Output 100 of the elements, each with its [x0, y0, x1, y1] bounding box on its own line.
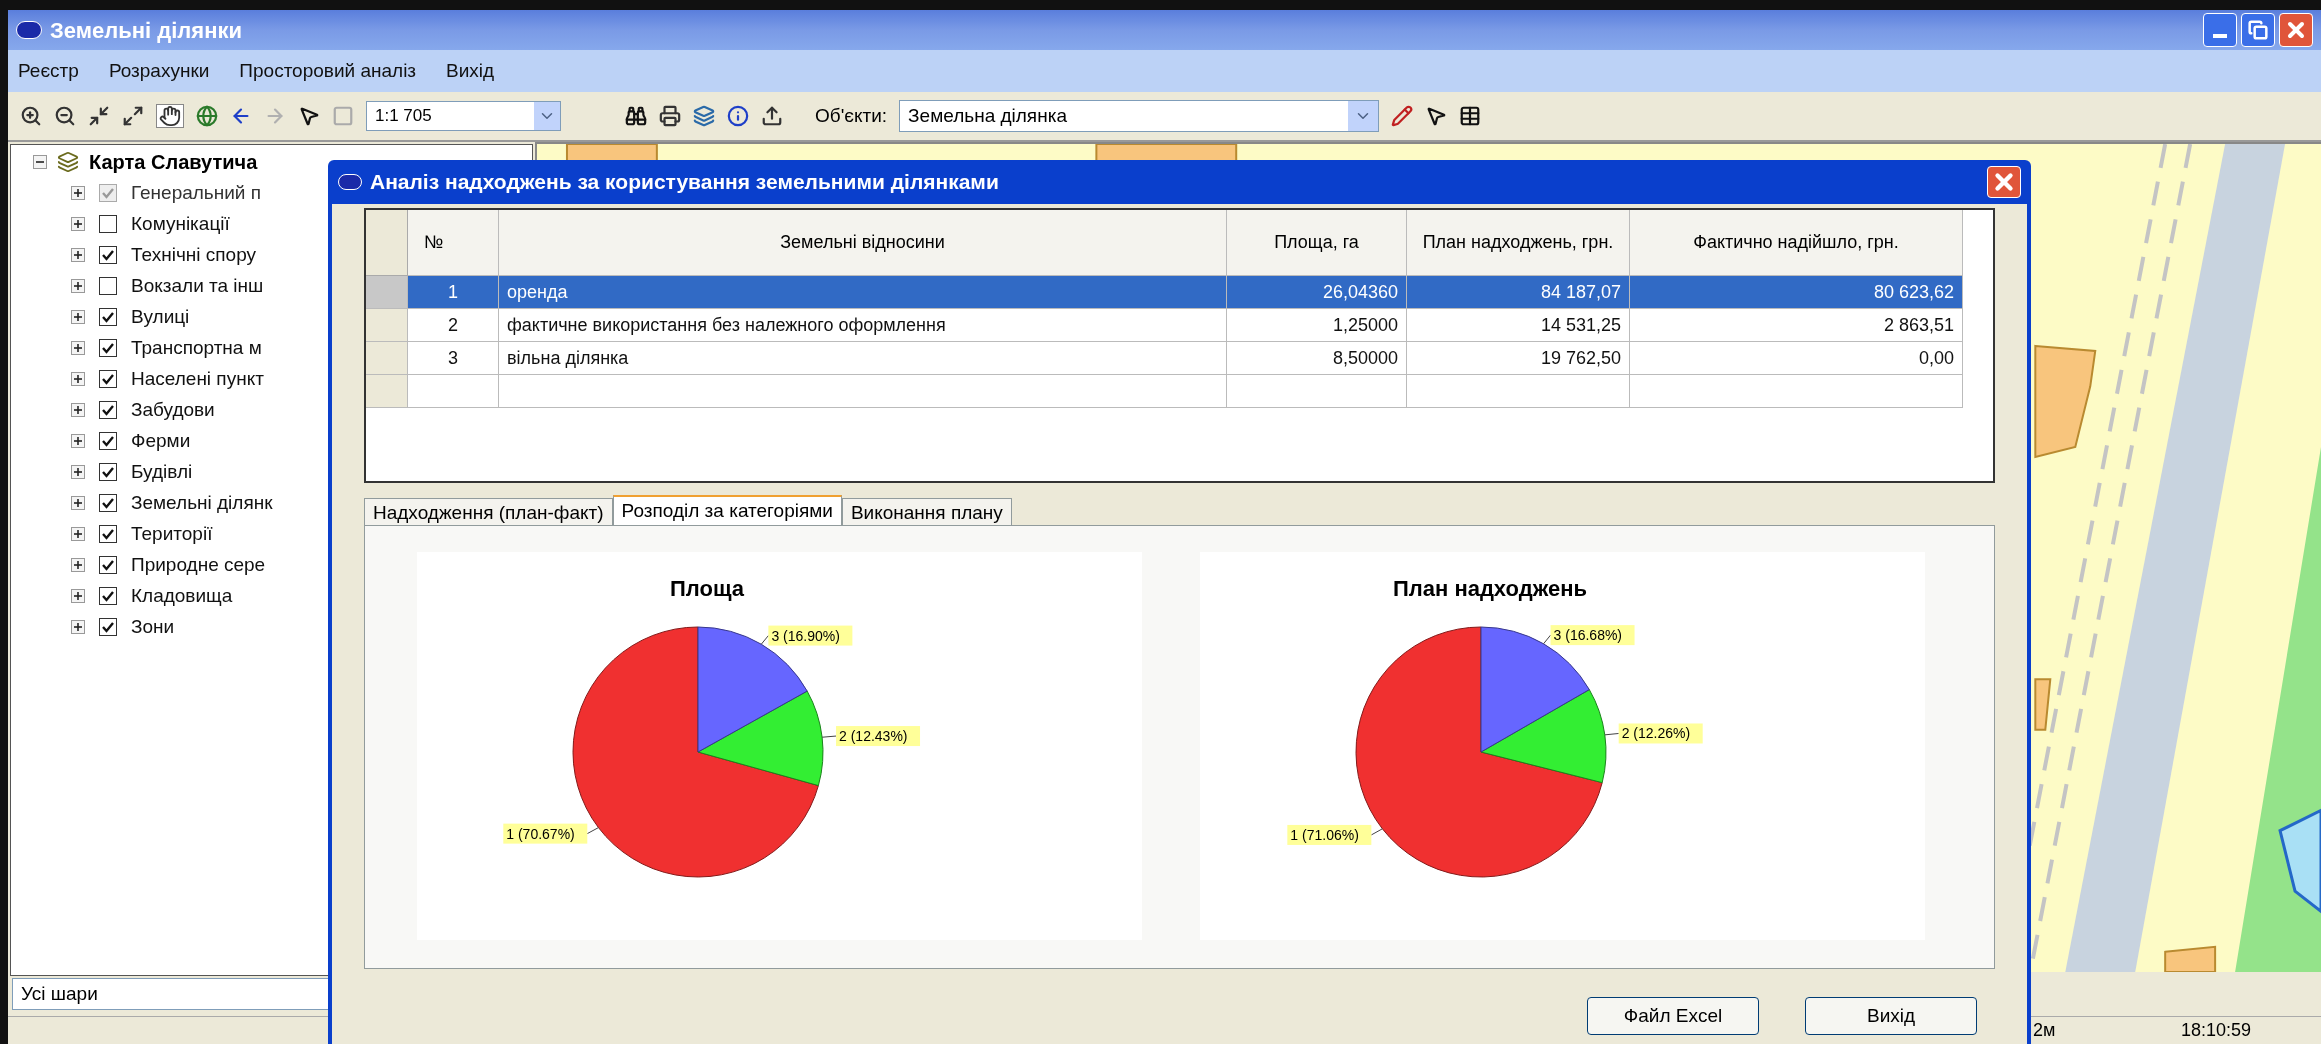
- tree-item[interactable]: Природне сере: [131, 550, 266, 580]
- check-icon: [101, 527, 115, 541]
- menu-item[interactable]: Реєстр: [18, 56, 79, 86]
- expand-icon[interactable]: [71, 620, 85, 634]
- tree-item[interactable]: Будівлі: [131, 457, 193, 487]
- minimize-button[interactable]: [2203, 13, 2237, 47]
- expand-icon[interactable]: [71, 279, 85, 293]
- check-icon: [101, 403, 115, 417]
- tree-item[interactable]: Ферми: [131, 426, 191, 456]
- tree-item[interactable]: Вулиці: [131, 302, 190, 332]
- checkbox[interactable]: [99, 463, 117, 481]
- expand-icon[interactable]: [71, 372, 85, 386]
- layers-icon[interactable]: [693, 105, 715, 127]
- exit-button[interactable]: Вихід: [1805, 997, 1977, 1035]
- table-icon[interactable]: [1459, 105, 1482, 127]
- status-text: 2м: [2033, 1019, 2056, 1042]
- tree-item[interactable]: Карта Славутича: [89, 147, 258, 177]
- dropdown-icon[interactable]: [1348, 101, 1379, 131]
- expand-icon[interactable]: [71, 527, 85, 541]
- zoom-in-icon[interactable]: [20, 105, 42, 127]
- expand-icon[interactable]: [71, 310, 85, 324]
- checkbox[interactable]: [99, 556, 117, 574]
- hand-icon[interactable]: [156, 104, 184, 128]
- column-header[interactable]: Фактично надійшло, грн.: [1630, 210, 1963, 276]
- collapse-icon[interactable]: [33, 155, 47, 169]
- shrink-icon[interactable]: [88, 105, 110, 127]
- checkbox[interactable]: [99, 215, 117, 233]
- expand-icon[interactable]: [71, 434, 85, 448]
- menu-item[interactable]: Вихід: [446, 56, 495, 86]
- tree-item[interactable]: Забудови: [131, 395, 215, 425]
- checkbox[interactable]: [99, 618, 117, 636]
- menu-item[interactable]: Розрахунки: [108, 56, 210, 86]
- objects-combobox[interactable]: Земельна ділянка: [899, 100, 1380, 132]
- check-icon: [101, 186, 115, 200]
- tree-item[interactable]: Земельні ділянк: [131, 488, 273, 518]
- globe-icon[interactable]: [196, 105, 218, 127]
- column-header[interactable]: №: [408, 210, 499, 276]
- chart-title: Площа: [670, 576, 744, 601]
- expand-icon[interactable]: [71, 248, 85, 262]
- leader-line: [821, 735, 837, 738]
- dialog-title: Аналіз надходжень за користування земельними ділянками: [370, 169, 999, 196]
- info-icon[interactable]: [727, 105, 749, 127]
- tree-item[interactable]: Вокзали та інш: [131, 271, 264, 301]
- tab[interactable]: Виконання плану: [841, 498, 1012, 525]
- menu-item[interactable]: Просторовий аналіз: [239, 56, 417, 86]
- expand-icon[interactable]: [71, 217, 85, 231]
- expand-icon[interactable]: [71, 589, 85, 603]
- close-button[interactable]: [1987, 166, 2021, 198]
- objects-label: Об'єкти:: [815, 103, 888, 128]
- dropdown-icon[interactable]: [534, 102, 560, 130]
- column-header[interactable]: План надходжень, грн.: [1407, 210, 1630, 276]
- close-button[interactable]: [2279, 13, 2313, 47]
- checkbox[interactable]: [99, 339, 117, 357]
- pointer-icon[interactable]: [1425, 105, 1448, 127]
- tab[interactable]: Розподіл за категоріями: [612, 495, 842, 525]
- tree-item[interactable]: Комунікації: [131, 209, 230, 239]
- app-icon: [338, 174, 362, 190]
- pencil-icon[interactable]: [1391, 105, 1414, 127]
- checkbox[interactable]: [99, 525, 117, 543]
- column-header[interactable]: Площа, га: [1227, 210, 1407, 276]
- checkbox[interactable]: [99, 432, 117, 450]
- column-header[interactable]: Земельні відносини: [499, 210, 1227, 276]
- app-icon: [16, 21, 42, 39]
- table-cell: 1,25000: [1227, 309, 1407, 342]
- scale-combobox[interactable]: 1:1 705: [366, 101, 561, 131]
- check-icon: [101, 465, 115, 479]
- checkbox[interactable]: [99, 246, 117, 264]
- tree-item[interactable]: Технічні спору: [131, 240, 256, 270]
- tree-item[interactable]: Зони: [131, 612, 175, 642]
- binoculars-icon[interactable]: [625, 105, 647, 127]
- tree-item[interactable]: Транспортна м: [131, 333, 262, 363]
- table-cell: 80 623,62: [1630, 276, 1963, 309]
- expand-icon[interactable]: [71, 496, 85, 510]
- expand-icon[interactable]: [71, 186, 85, 200]
- checkbox[interactable]: [99, 370, 117, 388]
- tab[interactable]: Надходження (план-факт): [364, 498, 613, 525]
- checkbox[interactable]: [99, 277, 117, 295]
- zoom-out-icon[interactable]: [54, 105, 76, 127]
- table-cell: 1: [408, 276, 499, 309]
- expand-icon[interactable]: [71, 558, 85, 572]
- checkbox[interactable]: [99, 587, 117, 605]
- checkbox[interactable]: [99, 401, 117, 419]
- expand-icon[interactable]: [71, 465, 85, 479]
- expand-icon[interactable]: [71, 403, 85, 417]
- tree-item[interactable]: Території: [131, 519, 213, 549]
- check-icon: [101, 620, 115, 634]
- excel-button[interactable]: Файл Excel: [1587, 997, 1759, 1035]
- expand-icon[interactable]: [122, 105, 144, 127]
- tree-item[interactable]: Кладовища: [131, 581, 233, 611]
- tree-item[interactable]: Населені пункт: [131, 364, 264, 394]
- row-header: [366, 375, 408, 408]
- pointer-icon[interactable]: [298, 105, 320, 127]
- printer-icon[interactable]: [659, 105, 681, 127]
- expand-icon[interactable]: [71, 341, 85, 355]
- checkbox[interactable]: [99, 308, 117, 326]
- restore-button[interactable]: [2241, 13, 2275, 47]
- data-label: 2 (12.26%): [1621, 725, 1691, 742]
- checkbox[interactable]: [99, 494, 117, 512]
- export-icon[interactable]: [761, 105, 783, 127]
- data-label: 2 (12.43%): [839, 728, 908, 745]
